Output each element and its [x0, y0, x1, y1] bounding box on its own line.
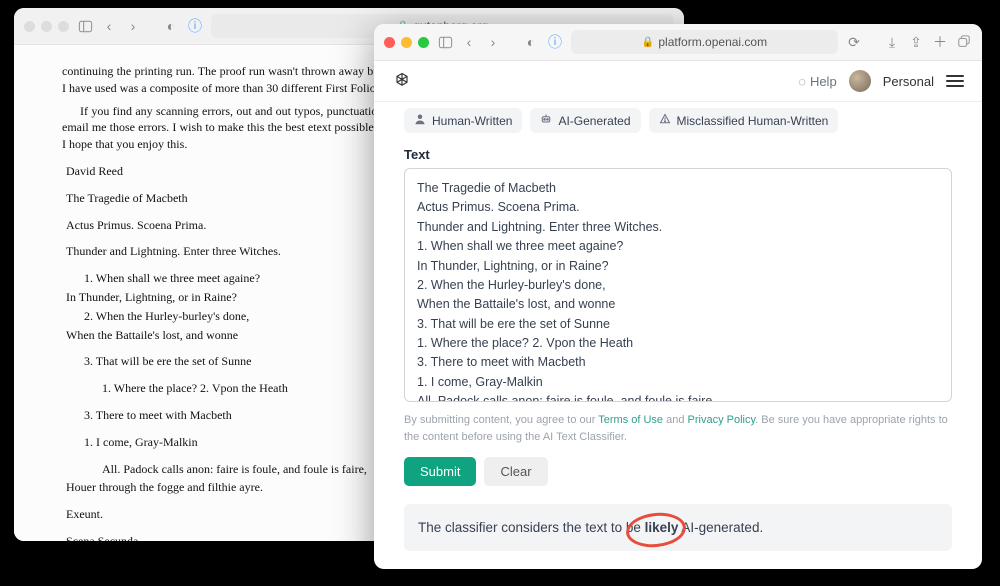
back-icon[interactable]: ‹ [461, 34, 477, 50]
openai-logo-icon[interactable] [392, 71, 412, 91]
privacy-link[interactable]: Privacy Policy [688, 414, 756, 426]
main-panel: Human-Written AI-Generated Misclassified… [374, 102, 982, 561]
help-label: Help [810, 74, 837, 89]
avatar[interactable] [849, 70, 871, 92]
chip-label: Misclassified Human-Written [677, 114, 829, 128]
reload-icon[interactable]: ⟳ [846, 34, 862, 50]
text-field-label: Text [404, 147, 952, 162]
forward-icon[interactable]: › [125, 18, 141, 34]
maximize-icon[interactable] [418, 37, 429, 48]
help-icon: ◌ [798, 74, 806, 89]
text-input[interactable]: The Tragedie of Macbeth Actus Primus. Sc… [404, 168, 952, 402]
url-text: platform.openai.com [658, 35, 767, 49]
traffic-lights[interactable] [384, 37, 429, 48]
toolbar: ‹ › ◐ ⓘ 🔒 platform.openai.com ⟳ ⤓ ⇪ ＋ [374, 24, 982, 61]
clear-button[interactable]: Clear [484, 457, 547, 486]
close-icon[interactable] [384, 37, 395, 48]
privacy-icon[interactable]: ⓘ [187, 18, 203, 34]
help-link[interactable]: ◌ Help [798, 74, 836, 89]
account-name[interactable]: Personal [883, 74, 934, 89]
appearance-icon[interactable]: ◐ [523, 34, 539, 50]
tabs-icon[interactable] [956, 34, 972, 50]
chip-ai-generated[interactable]: AI-Generated [530, 108, 640, 133]
chip-misclassified[interactable]: Misclassified Human-Written [649, 108, 839, 133]
browser-window-openai: ‹ › ◐ ⓘ 🔒 platform.openai.com ⟳ ⤓ ⇪ ＋ ◌ … [374, 24, 982, 569]
terms-link[interactable]: Terms of Use [598, 414, 663, 426]
share-icon[interactable]: ⇪ [908, 34, 924, 50]
appearance-icon[interactable]: ◐ [163, 18, 179, 34]
minimize-icon[interactable] [401, 37, 412, 48]
result-banner: The classifier considers the text to be … [404, 504, 952, 551]
privacy-icon[interactable]: ⓘ [547, 34, 563, 50]
lock-icon: 🔒 [642, 37, 654, 48]
menu-icon[interactable] [946, 75, 964, 87]
app-header: ◌ Help Personal [374, 61, 982, 102]
traffic-lights-inactive[interactable] [24, 21, 69, 32]
back-icon[interactable]: ‹ [101, 18, 117, 34]
submit-button[interactable]: Submit [404, 457, 476, 486]
sidebar-icon[interactable] [77, 18, 93, 34]
person-icon [414, 113, 426, 128]
download-icon[interactable]: ⤓ [884, 34, 900, 50]
address-bar[interactable]: 🔒 platform.openai.com [571, 30, 838, 54]
example-chips: Human-Written AI-Generated Misclassified… [404, 108, 952, 133]
chip-label: Human-Written [432, 114, 512, 128]
warning-icon [659, 113, 671, 128]
robot-icon [540, 113, 552, 128]
chip-human-written[interactable]: Human-Written [404, 108, 522, 133]
chip-label: AI-Generated [558, 114, 630, 128]
disclaimer-text: By submitting content, you agree to our … [404, 412, 952, 445]
new-tab-icon[interactable]: ＋ [932, 34, 948, 50]
result-text-a: The classifier considers the text to be [418, 520, 645, 535]
result-text-b: AI-generated. [678, 520, 763, 535]
result-likely: likely [645, 520, 679, 535]
sidebar-icon[interactable] [437, 34, 453, 50]
forward-icon[interactable]: › [485, 34, 501, 50]
